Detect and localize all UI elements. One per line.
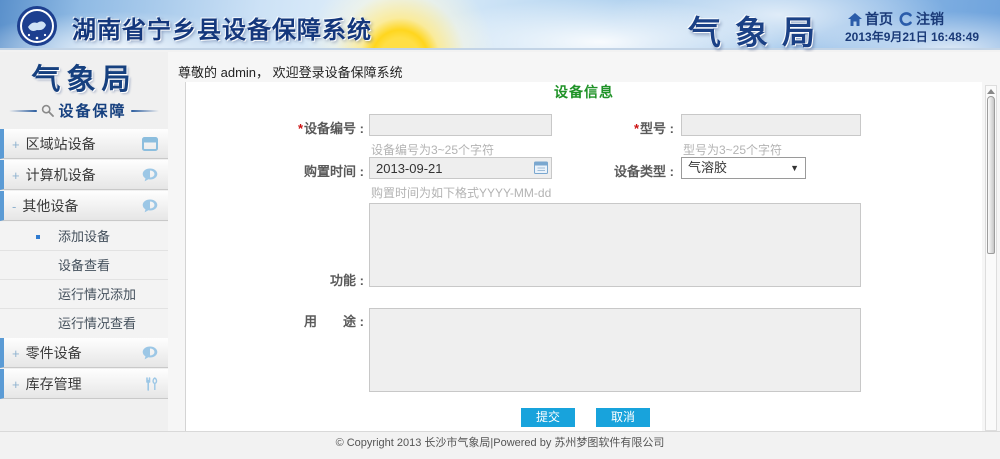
sidebar-logo-subtitle: 设备保障 [58,100,126,121]
sidebar-submenu: 添加设备 设备查看 运行情况添加 运行情况查看 [0,222,168,338]
sidebar-logo-title: 气象局 [0,56,168,98]
model-hint: 型号为3~25个字符 [683,141,782,158]
submenu-item-add-run-status[interactable]: 运行情况添加 [0,280,168,309]
menu-label: 库存管理 [26,376,82,392]
expand-plus-icon: + [12,346,20,361]
usage-label: 用 途 : [226,311,364,330]
menu-label: 其他设备 [22,198,78,214]
menu-label: 零件设备 [26,345,82,361]
model-label: *型号 : [586,118,674,137]
submenu-label: 运行情况添加 [58,287,136,302]
submenu-label: 运行情况查看 [58,316,136,331]
purchase-date-label: 购置时间 : [226,161,364,180]
copyright-text: © Copyright 2013 长沙市气象局|Powered by 苏州梦图软… [336,437,665,449]
menu-label: 计算机设备 [26,167,96,183]
menu-label: 区域站设备 [26,136,96,152]
header-banner: 湖南省宁乡县设备保障系统 气象局 首页 注销 2013年9月21日 16:48:… [0,0,1000,50]
calendar-icon[interactable] [534,161,548,174]
purchase-date-hint: 购置时间为如下格式YYYY-MM-dd [371,184,551,201]
cancel-button[interactable]: 取消 [596,408,650,427]
divider-line [9,110,37,112]
purchase-date-input[interactable] [369,157,552,179]
expand-minus-icon: - [12,199,16,214]
function-textarea[interactable] [369,203,861,287]
search-icon [41,104,54,117]
submit-button[interactable]: 提交 [521,408,575,427]
welcome-message: 尊敬的 admin， 欢迎登录设备保障系统 [168,52,1000,82]
bureau-seal-logo [16,5,58,47]
expand-plus-icon: + [12,137,20,152]
sidebar-logo: 气象局 设备保障 [0,52,168,121]
usage-textarea[interactable] [369,308,861,392]
model-input[interactable] [681,114,861,136]
required-asterisk: * [634,121,639,136]
form-title: 设备信息 [186,82,982,102]
vertical-scrollbar[interactable] [985,85,997,431]
sidebar-item-parts[interactable]: + 零件设备 [0,338,168,368]
home-link[interactable]: 首页 [848,9,893,29]
tools-icon [144,377,158,391]
sidebar-menu: + 区域站设备 + 计算机设备 -其他设备 添加设备 设备查看 [0,129,168,399]
submenu-label: 添加设备 [58,229,110,244]
expand-plus-icon: + [12,168,20,183]
device-form-panel: 设备信息 *设备编号 : *型号 : 设备编号为3~25个字符 型号为3~25个… [185,82,982,431]
sidebar-item-inventory[interactable]: + 库存管理 [0,369,168,399]
system-title: 湖南省宁乡县设备保障系统 [72,10,372,45]
window-icon [142,137,158,151]
submenu-item-view-run-status[interactable]: 运行情况查看 [0,309,168,338]
logout-link[interactable]: 注销 [899,9,944,29]
device-type-label: 设备类型 : [576,161,674,180]
submenu-item-add-device[interactable]: 添加设备 [0,222,168,251]
content-area: 尊敬的 admin， 欢迎登录设备保障系统 设备信息 *设备编号 : *型号 :… [168,52,1000,431]
header-datetime: 2013年9月21日 16:48:49 [845,28,979,45]
comment-icon [142,199,158,213]
submenu-item-view-device[interactable]: 设备查看 [0,251,168,280]
scrollbar-thumb[interactable] [987,96,995,254]
home-label: 首页 [865,9,893,29]
app-window: 湖南省宁乡县设备保障系统 气象局 首页 注销 2013年9月21日 16:48:… [0,0,1000,459]
device-type-select[interactable]: 气溶胶 ▼ [681,157,806,179]
home-icon [848,13,862,26]
required-asterisk: * [298,121,303,136]
function-label: 功能 : [226,270,364,289]
sidebar: 气象局 设备保障 + 区域站设备 + 计算机设备 -其他设备 [0,52,168,431]
active-bullet-icon [36,235,40,239]
submenu-label: 设备查看 [58,258,110,273]
divider-line [131,110,159,112]
comment-icon [142,346,158,360]
device-no-input[interactable] [369,114,552,136]
logout-icon [899,12,913,26]
device-no-hint: 设备编号为3~25个字符 [371,141,494,158]
device-type-value: 气溶胶 [688,160,727,175]
sidebar-item-other-devices[interactable]: -其他设备 [0,191,168,221]
purchase-date-field [369,157,552,179]
sidebar-item-region-station[interactable]: + 区域站设备 [0,129,168,159]
chevron-down-icon: ▼ [790,158,799,178]
footer: © Copyright 2013 长沙市气象局|Powered by 苏州梦图软… [0,431,1000,459]
brand-title: 气象局 [688,6,829,54]
logout-label: 注销 [916,9,944,29]
device-no-label: *设备编号 : [226,118,364,137]
expand-plus-icon: + [12,377,20,392]
comment-icon [142,168,158,182]
scroll-up-icon[interactable] [987,89,995,94]
sidebar-item-computer[interactable]: + 计算机设备 [0,160,168,190]
